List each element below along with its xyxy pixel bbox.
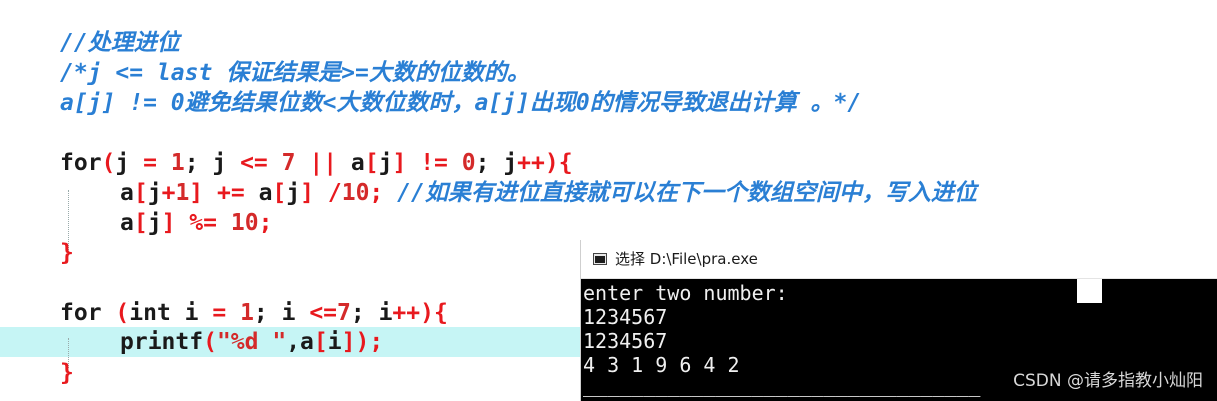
punctuation: ; i xyxy=(350,300,393,326)
bracket: [ xyxy=(133,210,148,236)
operator: += xyxy=(217,180,245,206)
number: 7 xyxy=(337,300,351,326)
code-line-printf[interactable]: printf("%d ",a[i]); xyxy=(60,327,383,357)
identifier: i xyxy=(170,300,213,326)
number: 0 xyxy=(461,150,476,176)
console-titlebar[interactable]: 选择 D:\File\pra.exe xyxy=(581,240,1217,279)
number: 1 xyxy=(240,300,254,326)
string-literal: "%d " xyxy=(216,329,287,355)
bracket: [ xyxy=(133,180,148,206)
console-app-icon xyxy=(593,253,607,265)
punctuation: ; xyxy=(369,180,384,206)
keyword-for: for xyxy=(60,300,102,326)
watermark: CSDN @请多指教小灿阳 xyxy=(1013,371,1203,391)
console-line: enter two number: xyxy=(583,281,788,305)
operator: || xyxy=(309,150,338,176)
identifier: j xyxy=(378,150,393,176)
comment-line: a[j] != 0避免结果位数<大数位数时，a[j]出现0的情况导致退出计算 。… xyxy=(60,90,862,116)
paren: ( xyxy=(203,329,217,355)
identifier: ,a xyxy=(286,329,314,355)
comment-line: /*j <= last 保证结果是>=大数的位数的。 xyxy=(60,60,530,86)
operator: + xyxy=(161,180,176,206)
bracket: [ xyxy=(313,329,328,355)
bracket: [ xyxy=(364,150,379,176)
identifier: j xyxy=(115,150,144,176)
console-line: 1234567 xyxy=(583,329,668,353)
inline-comment: //如果有进位直接就可以在下一个数组空间中，写入进位 xyxy=(383,180,977,206)
identifier: a xyxy=(120,210,134,236)
number: 10 xyxy=(341,180,370,206)
code-line-close-brace[interactable]: } xyxy=(60,358,74,388)
identifier: a xyxy=(244,180,273,206)
code-line-carry[interactable]: a[j+1] += a[j] /10; //如果有进位直接就可以在下一个数组空间… xyxy=(60,178,977,208)
paren: ){ xyxy=(544,150,573,176)
code-line-mod[interactable]: a[j] %= 10; xyxy=(60,208,272,238)
operator: = xyxy=(212,300,227,326)
console-title: 选择 D:\File\pra.exe xyxy=(615,250,758,268)
brace: } xyxy=(60,240,74,266)
number: 1 xyxy=(170,150,185,176)
brace: } xyxy=(60,360,74,386)
number: 10 xyxy=(230,210,259,236)
operator: <= xyxy=(240,150,268,176)
operator: / xyxy=(327,180,342,206)
function-name: printf xyxy=(120,329,204,355)
keyword-for: for xyxy=(60,150,102,176)
keyword-int: int xyxy=(129,300,171,326)
punctuation: ; j xyxy=(184,150,241,176)
bracket: ] xyxy=(161,210,176,236)
operator: %= xyxy=(189,210,217,236)
number: 7 xyxy=(281,150,296,176)
console-cursor xyxy=(1077,279,1102,303)
punctuation: ; j xyxy=(475,150,518,176)
bracket: ] xyxy=(300,180,314,206)
identifier: a xyxy=(337,150,365,176)
paren: ( xyxy=(101,300,130,326)
code-line-for-print[interactable]: for (int i = 1; i <=7; i++){ xyxy=(60,298,448,328)
bracket: ] xyxy=(392,150,407,176)
punctuation: ; xyxy=(258,210,273,236)
identifier: a xyxy=(120,180,134,206)
identifier: j xyxy=(147,210,162,236)
operator: ++ xyxy=(392,300,421,326)
identifier: j xyxy=(286,180,301,206)
code-line-for-loop[interactable]: for(j = 1; j <= 7 || a[j] != 0; j++){ xyxy=(60,148,573,178)
comment-line: //处理进位 xyxy=(60,30,180,56)
code-line-close-brace[interactable]: } xyxy=(60,238,74,268)
operator: = xyxy=(143,150,157,176)
punctuation: ; i xyxy=(253,300,310,326)
bracket: ] xyxy=(341,329,356,355)
paren: ); xyxy=(355,329,384,355)
console-line: 1234567 xyxy=(583,305,668,329)
number: 1 xyxy=(175,180,190,206)
bracket: ] xyxy=(189,180,204,206)
paren: ( xyxy=(101,150,116,176)
identifier: i xyxy=(327,329,342,355)
operator: <= xyxy=(309,300,338,326)
paren: ){ xyxy=(420,300,448,326)
operator: != xyxy=(420,150,448,176)
console-line: _________________________________ xyxy=(583,373,981,397)
bracket: [ xyxy=(272,180,287,206)
identifier: j xyxy=(147,180,162,206)
operator: ++ xyxy=(517,150,545,176)
